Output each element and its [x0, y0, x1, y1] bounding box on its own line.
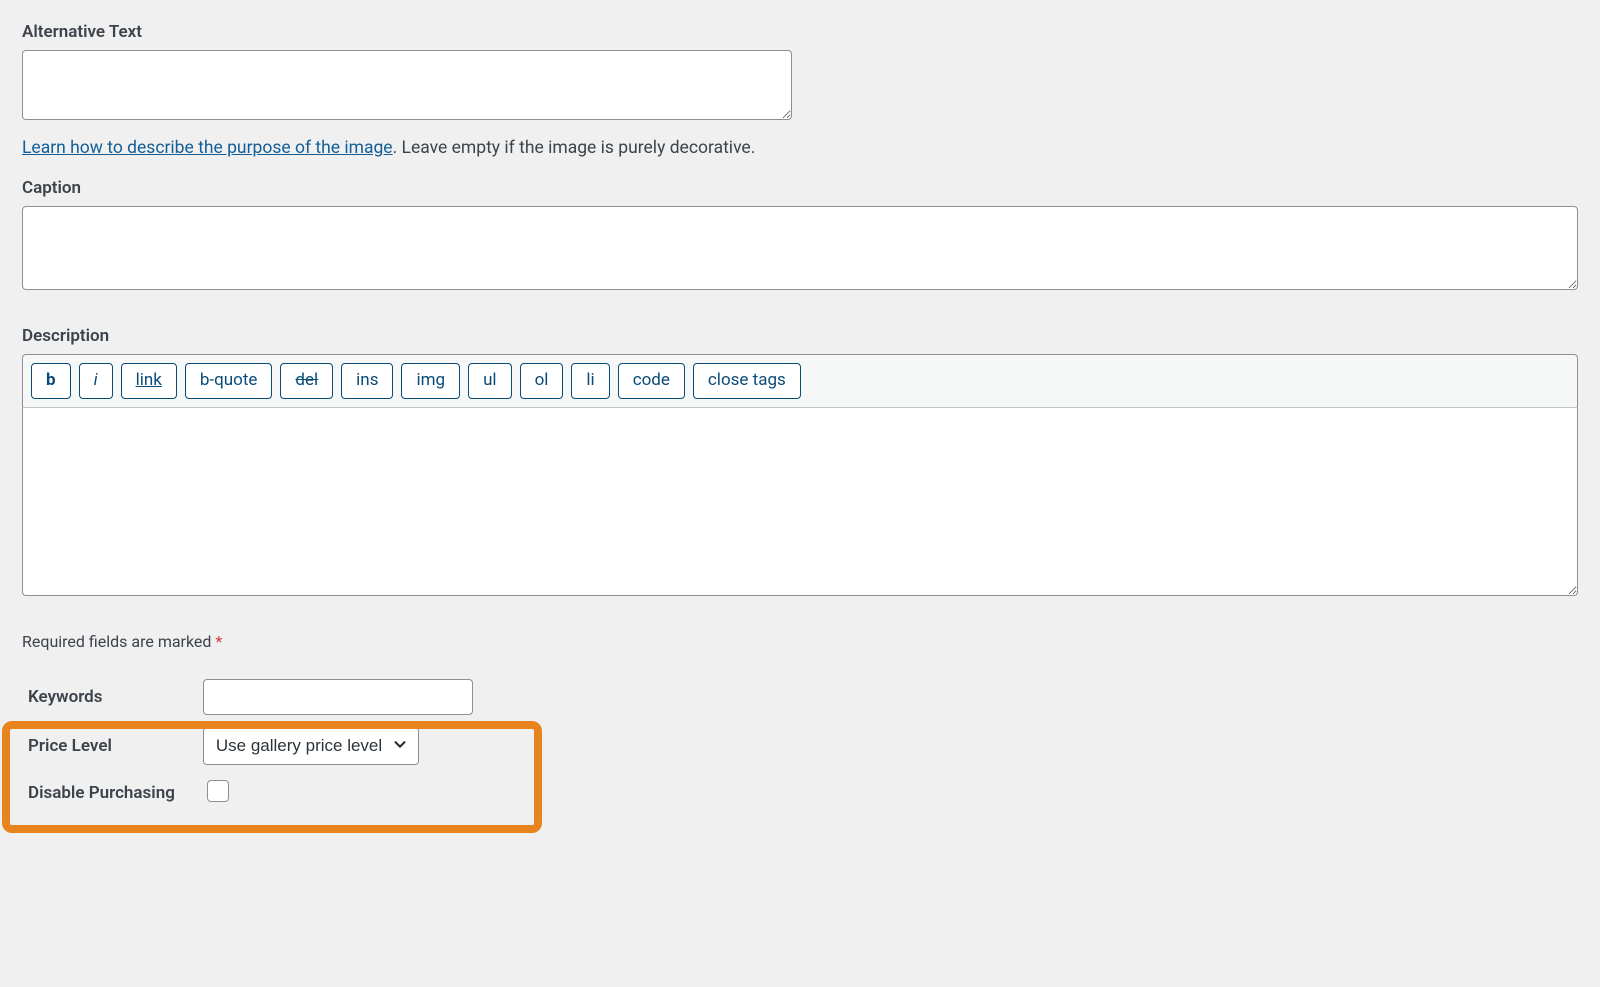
- price-level-select[interactable]: Use gallery price level: [203, 727, 419, 765]
- qt-img-button[interactable]: img: [401, 363, 460, 399]
- quicktags-toolbar: b i link b-quote del ins img ul ol li co…: [22, 354, 1578, 408]
- qt-closetags-button[interactable]: close tags: [693, 363, 801, 399]
- qt-code-button[interactable]: code: [618, 363, 685, 399]
- alt-text-label: Alternative Text: [22, 22, 1578, 42]
- keywords-input[interactable]: [203, 679, 473, 715]
- qt-li-button[interactable]: li: [571, 363, 609, 399]
- disable-purchasing-label: Disable Purchasing: [22, 771, 199, 815]
- caption-label: Caption: [22, 178, 1578, 198]
- description-input[interactable]: [22, 408, 1578, 596]
- qt-bold-button[interactable]: b: [31, 363, 71, 399]
- alt-text-input[interactable]: [22, 50, 792, 120]
- required-fields-note: Required fields are marked *: [22, 632, 1578, 651]
- caption-input[interactable]: [22, 206, 1578, 290]
- qt-bquote-button[interactable]: b-quote: [185, 363, 273, 399]
- description-label: Description: [22, 326, 1578, 346]
- required-asterisk: *: [215, 632, 222, 651]
- qt-del-button[interactable]: del: [280, 363, 333, 399]
- keywords-row: Keywords: [22, 673, 477, 721]
- price-level-row: Price Level Use gallery price level: [22, 721, 477, 771]
- alt-text-help-link[interactable]: Learn how to describe the purpose of the…: [22, 138, 393, 158]
- qt-ul-button[interactable]: ul: [468, 363, 512, 399]
- keywords-label: Keywords: [22, 673, 199, 721]
- alt-text-help-suffix: . Leave empty if the image is purely dec…: [393, 138, 756, 158]
- qt-ins-button[interactable]: ins: [341, 363, 393, 399]
- qt-italic-button[interactable]: i: [79, 363, 113, 399]
- alt-text-help: Learn how to describe the purpose of the…: [22, 138, 1578, 158]
- price-level-label: Price Level: [22, 721, 199, 771]
- qt-link-button[interactable]: link: [121, 363, 177, 399]
- disable-purchasing-checkbox[interactable]: [207, 780, 229, 802]
- disable-purchasing-row: Disable Purchasing: [22, 771, 477, 815]
- qt-ol-button[interactable]: ol: [520, 363, 564, 399]
